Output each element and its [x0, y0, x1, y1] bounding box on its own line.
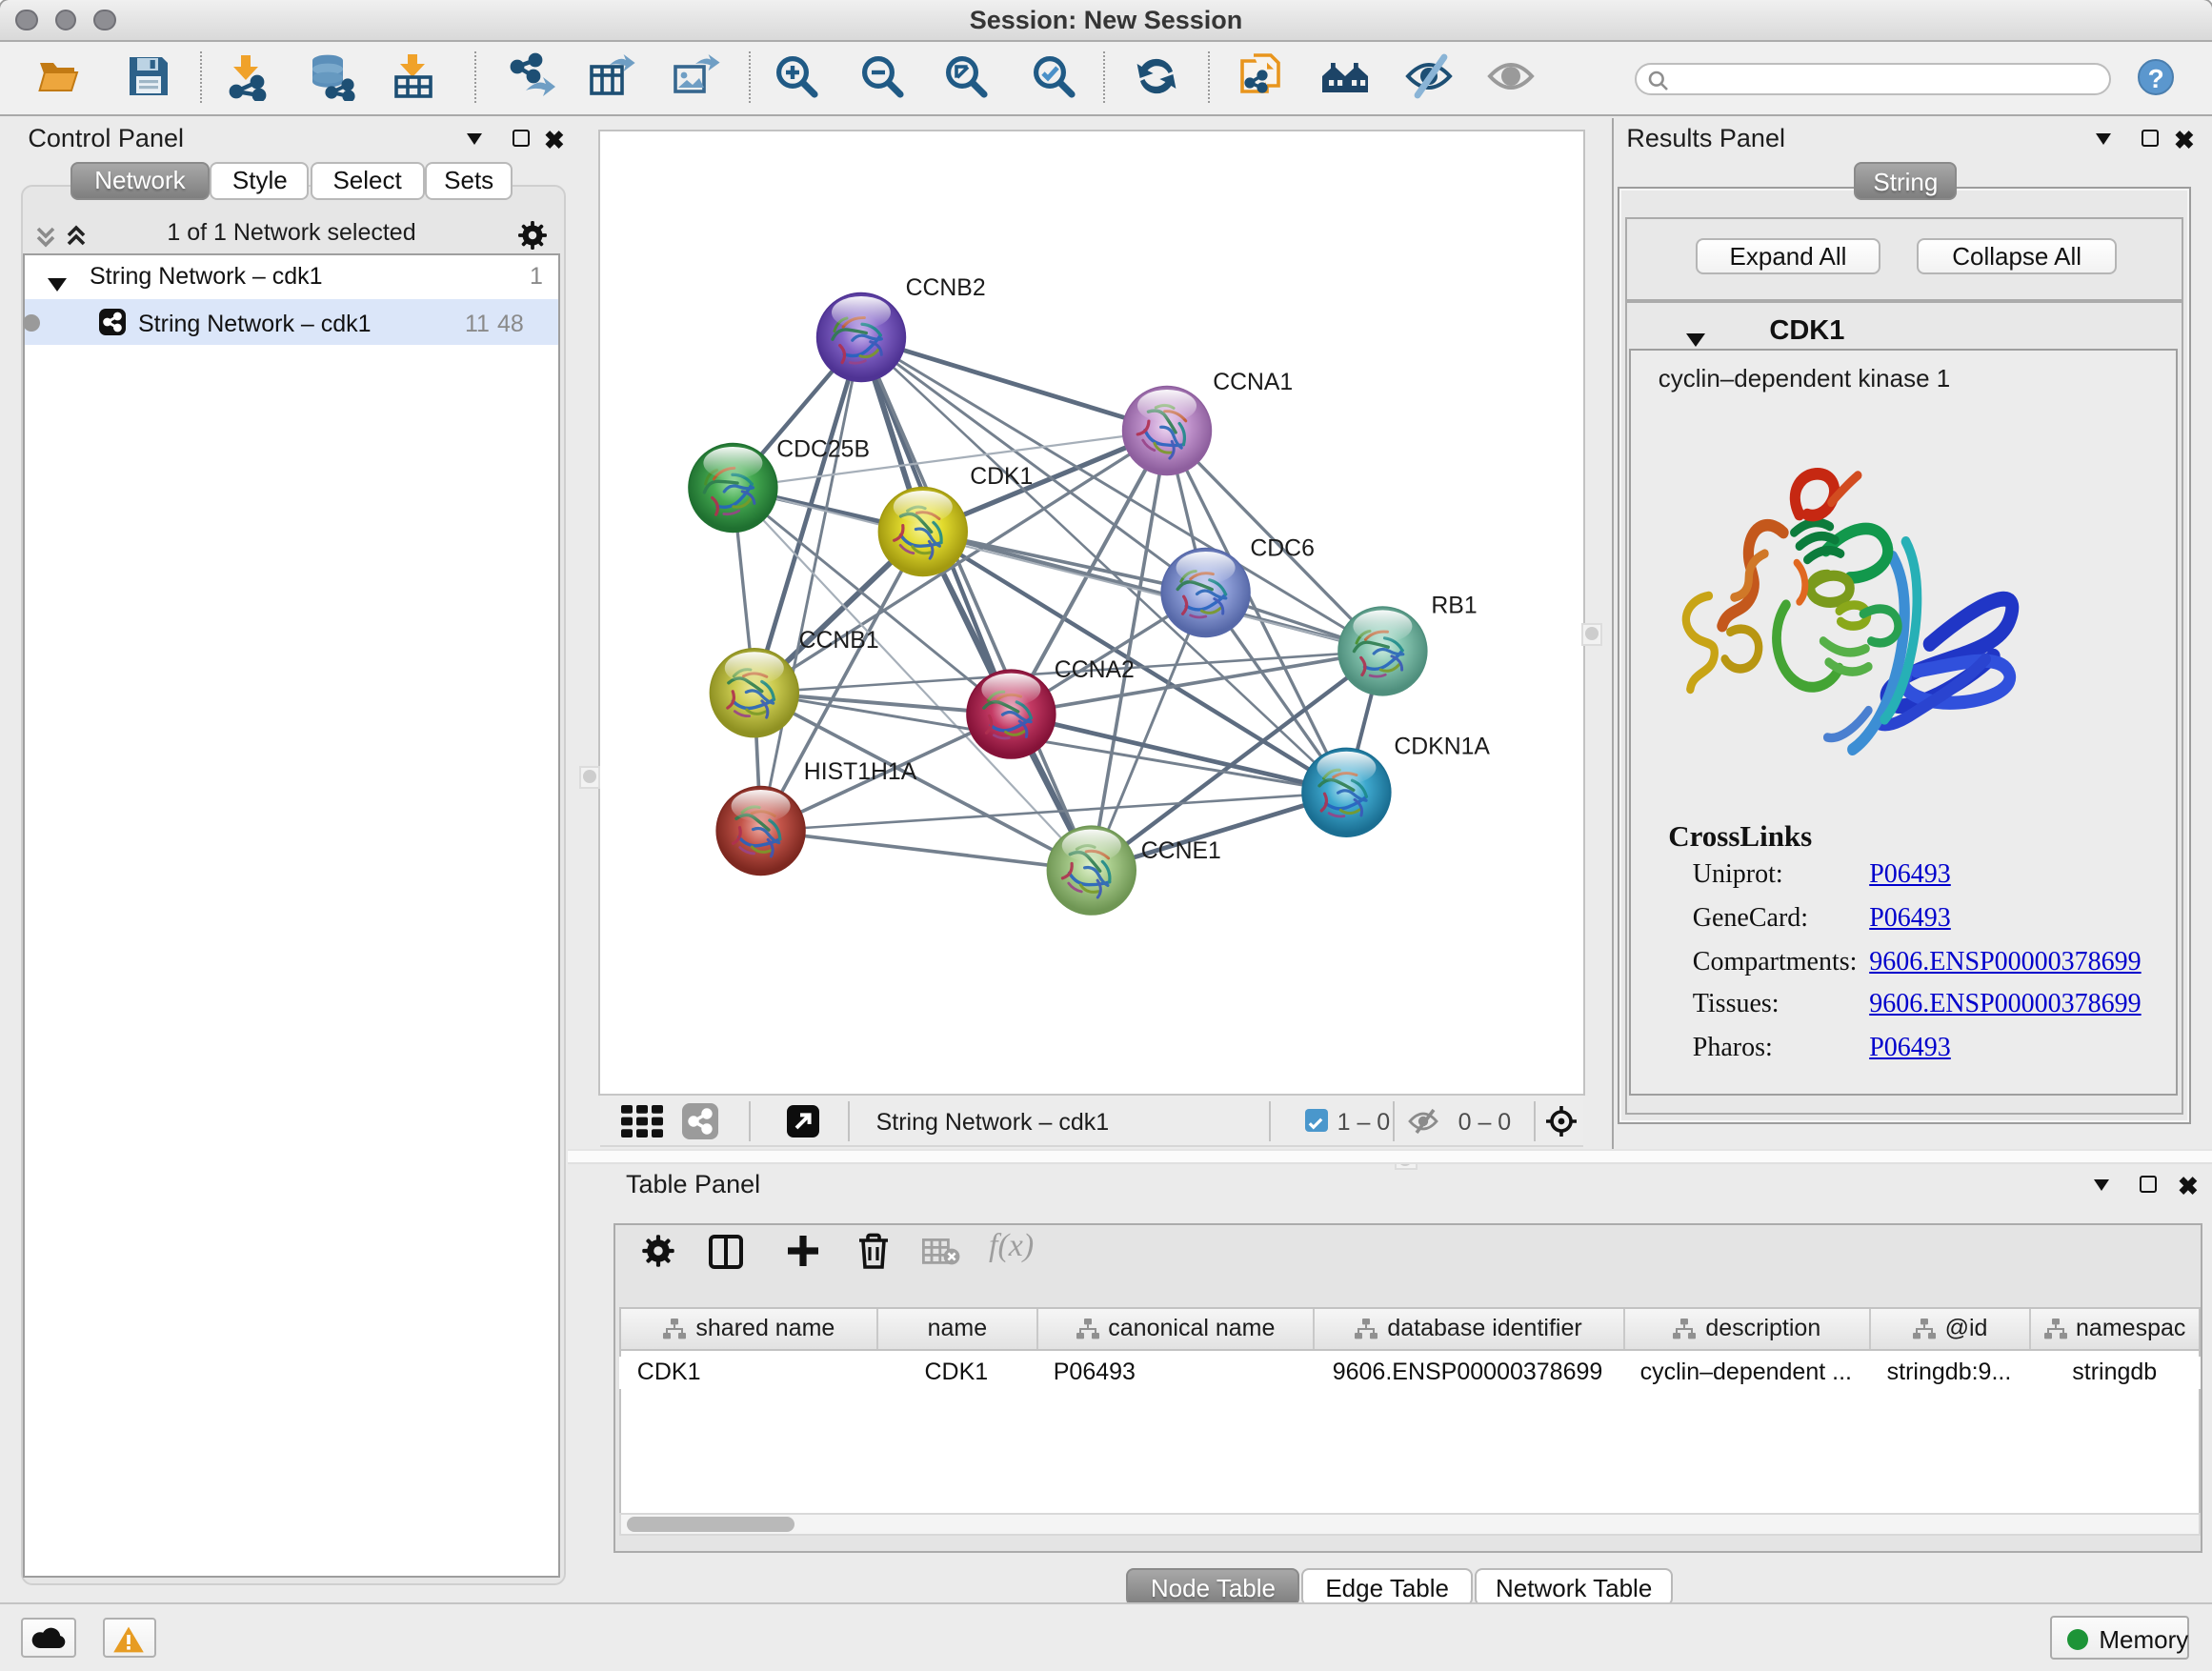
svg-text:CDKN1A: CDKN1A — [1394, 735, 1490, 760]
svg-text:CCNB2: CCNB2 — [906, 275, 986, 301]
svg-text:CCNA1: CCNA1 — [1213, 370, 1293, 395]
svg-text:CDK1: CDK1 — [970, 464, 1033, 490]
svg-text:RB1: RB1 — [1431, 593, 1477, 618]
svg-text:CDC6: CDC6 — [1250, 535, 1314, 561]
svg-text:CDC25B: CDC25B — [776, 436, 870, 462]
svg-text:CCNA2: CCNA2 — [1055, 657, 1135, 683]
svg-text:CCNB1: CCNB1 — [799, 628, 879, 654]
svg-text:CCNE1: CCNE1 — [1141, 838, 1221, 864]
svg-text:HIST1H1A: HIST1H1A — [804, 759, 917, 785]
